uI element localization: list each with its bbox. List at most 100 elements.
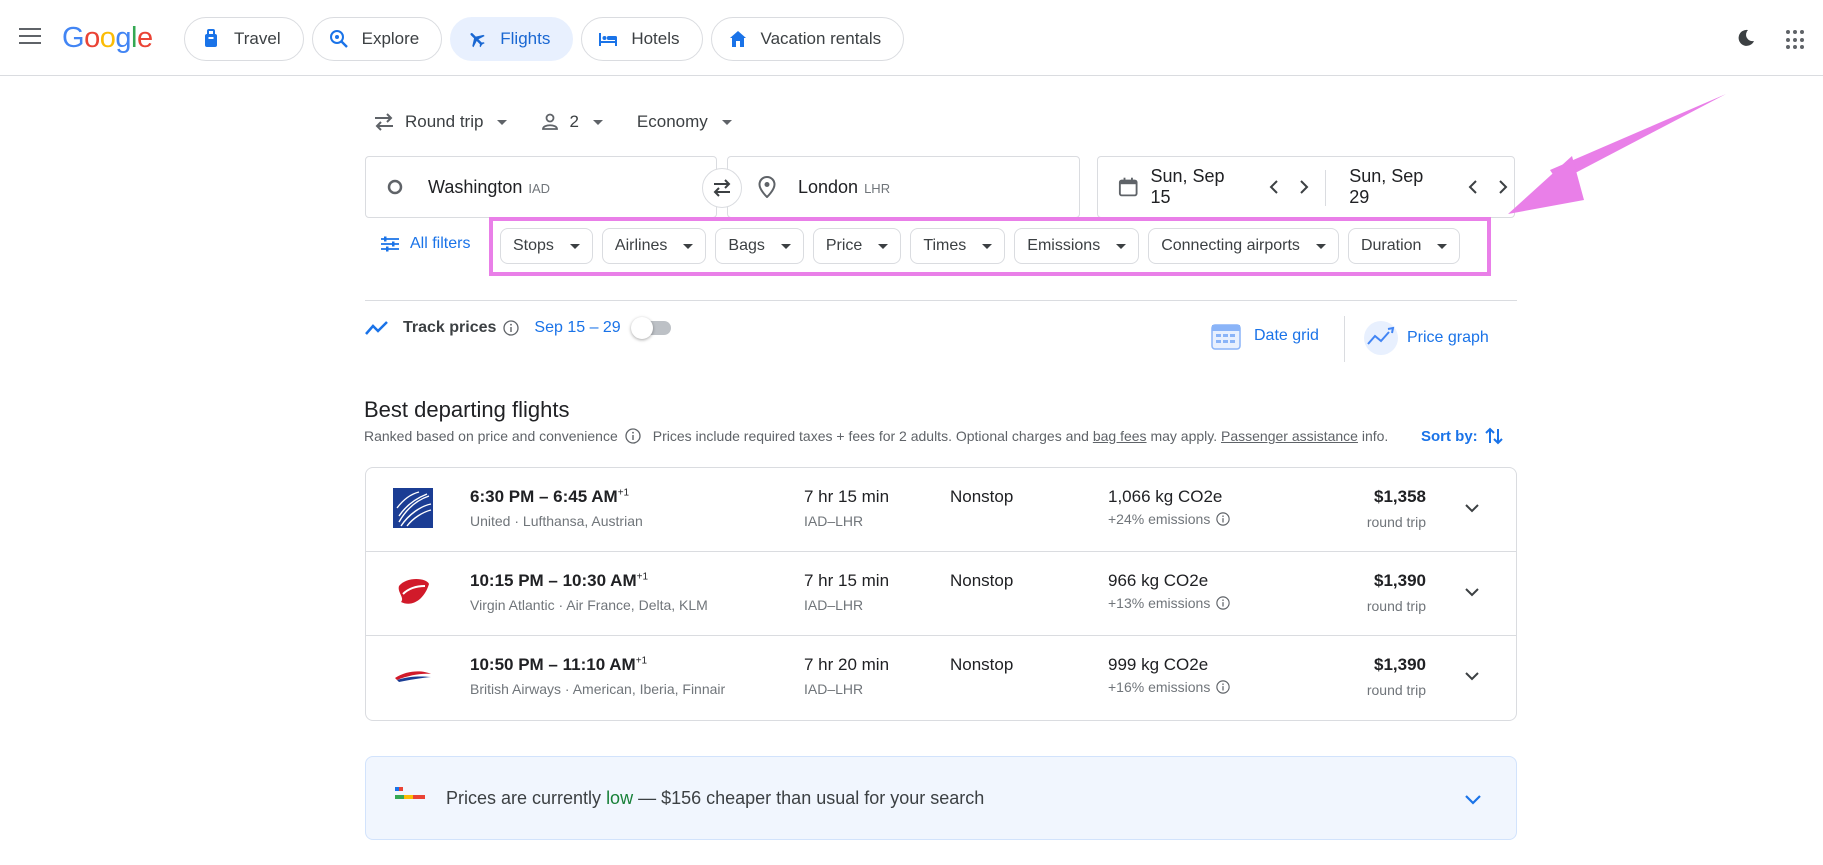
product-nav: Travel Explore Flights Hotels Vacation r… [184, 17, 905, 61]
dropdown-arrow-icon [683, 243, 694, 249]
filter-duration[interactable]: Duration [1347, 228, 1461, 264]
info-icon[interactable] [1216, 512, 1231, 526]
dropdown-arrow-icon [721, 119, 732, 125]
origin-field[interactable]: Washington IAD [365, 156, 717, 218]
flight-row[interactable]: 10:50 PM – 11:10 AM+1 British Airways · … [366, 636, 1516, 720]
dropdown-arrow-icon [982, 243, 993, 249]
flight-stops: Nonstop [950, 487, 1014, 506]
flight-duration: 7 hr 15 min [804, 487, 890, 506]
person-icon [542, 113, 559, 130]
dropdown-arrow-icon [1315, 243, 1326, 249]
expand-chevron-icon[interactable] [1462, 788, 1484, 810]
date-grid-icon [1211, 324, 1241, 350]
flight-price: $1,390 [1374, 571, 1426, 590]
flight-row[interactable]: 10:15 PM – 10:30 AM+1 Virgin Atlantic · … [366, 552, 1516, 636]
destination-field[interactable]: London LHR [727, 156, 1080, 218]
flight-times: 10:50 PM – 11:10 AM [470, 655, 636, 674]
trend-icon [365, 321, 388, 335]
flight-row[interactable]: 6:30 PM – 6:45 AM+1 United · Lufthansa, … [366, 468, 1516, 552]
dropdown-arrow-icon [1437, 243, 1448, 249]
nav-travel[interactable]: Travel [184, 17, 304, 61]
chevron-left-icon [1269, 180, 1278, 194]
filter-connecting-airports[interactable]: Connecting airports [1148, 228, 1339, 264]
dropdown-arrow-icon [569, 243, 580, 249]
dates-field: Sun, Sep 15 Sun, Sep 29 [1097, 156, 1515, 218]
search-options: Round trip 2 Economy [373, 112, 766, 132]
info-icon[interactable] [503, 320, 520, 336]
bag-fees-link[interactable]: bag fees [1093, 428, 1147, 444]
dropdown-arrow-icon [497, 119, 508, 125]
dropdown-arrow-icon [1116, 243, 1127, 249]
filter-price[interactable]: Price [812, 228, 902, 264]
bed-icon [598, 29, 618, 49]
trip-type-select[interactable]: Round trip [373, 112, 508, 132]
price-graph-button[interactable]: Price graph [1363, 320, 1489, 356]
sort-by-button[interactable]: Sort by: [1421, 426, 1504, 446]
filter-emissions[interactable]: Emissions [1014, 228, 1140, 264]
nav-vacation-rentals[interactable]: Vacation rentals [710, 17, 905, 61]
house-icon [728, 29, 748, 49]
date-grid-button[interactable]: Date grid [1210, 320, 1319, 352]
british-airways-logo [395, 671, 431, 682]
nav-explore[interactable]: Explore [311, 17, 443, 61]
filter-bags[interactable]: Bags [715, 228, 804, 264]
google-logo[interactable]: Google [62, 22, 153, 55]
united-logo [393, 488, 433, 528]
flight-route: IAD–LHR [804, 681, 864, 697]
filter-times[interactable]: Times [910, 228, 1006, 264]
toolbar-divider [1344, 316, 1345, 362]
trip-type-label: round trip [1366, 682, 1426, 698]
depart-next-button[interactable] [1293, 175, 1315, 199]
price-graph-icon [1364, 321, 1398, 355]
expand-chevron-icon[interactable] [1462, 666, 1482, 686]
nav-flights[interactable]: Flights [450, 17, 574, 61]
return-prev-button[interactable] [1461, 175, 1483, 199]
flight-list: 6:30 PM – 6:45 AM+1 United · Lufthansa, … [365, 467, 1517, 721]
depart-date[interactable]: Sun, Sep 15 [1150, 166, 1242, 208]
info-icon[interactable] [625, 428, 641, 444]
return-date[interactable]: Sun, Sep 29 [1349, 166, 1441, 208]
swap-locations-button[interactable] [702, 168, 742, 208]
all-filters-button[interactable]: All filters [380, 235, 470, 253]
flight-times: 6:30 PM – 6:45 AM [470, 487, 618, 506]
passengers-select[interactable]: 2 [541, 112, 603, 132]
emissions-delta: +16% emissions [1108, 679, 1211, 695]
filter-chips: Stops Airlines Bags Price Times Emission… [500, 228, 1461, 264]
section-title: Best departing flights [364, 397, 570, 422]
price-level-icon [395, 787, 425, 799]
filter-airlines[interactable]: Airlines [601, 228, 707, 264]
nav-hotels[interactable]: Hotels [581, 17, 703, 61]
cabin-class-select[interactable]: Economy [637, 112, 732, 132]
expand-chevron-icon[interactable] [1462, 582, 1482, 602]
co2-amount: 966 kg CO2e [1108, 571, 1209, 590]
airplane-icon [467, 29, 487, 49]
track-prices-bar: Track prices Sep 15 – 29 [365, 317, 671, 339]
flight-duration: 7 hr 15 min [804, 571, 890, 590]
dropdown-arrow-icon [878, 243, 889, 249]
airline-names: British Airways · American, Iberia, Finn… [470, 681, 726, 697]
chevron-left-icon [1468, 180, 1477, 194]
flight-price: $1,358 [1374, 487, 1426, 506]
expand-chevron-icon[interactable] [1462, 498, 1482, 518]
track-prices-toggle[interactable] [630, 317, 671, 339]
co2-amount: 999 kg CO2e [1108, 655, 1209, 674]
passenger-assistance-link[interactable]: Passenger assistance [1221, 428, 1358, 444]
apps-grid-icon[interactable] [1786, 30, 1806, 50]
dropdown-arrow-icon [780, 243, 791, 249]
next-day-indicator: +1 [617, 487, 630, 499]
info-icon[interactable] [1216, 596, 1231, 610]
depart-prev-button[interactable] [1263, 175, 1285, 199]
swap-icon [713, 179, 731, 197]
sort-icon [1484, 427, 1503, 445]
dark-mode-icon[interactable] [1736, 28, 1756, 48]
top-app-bar: Google Travel Explore Flights Hotels Vac… [0, 0, 1823, 76]
filter-stops[interactable]: Stops [500, 228, 593, 264]
airline-names: Virgin Atlantic · Air France, Delta, KLM [470, 597, 708, 613]
info-icon[interactable] [1216, 680, 1231, 694]
flight-stops: Nonstop [950, 571, 1014, 590]
main-menu-icon[interactable] [19, 28, 43, 48]
annotation-arrow-icon [1508, 94, 1726, 214]
airline-names: United · Lufthansa, Austrian [470, 513, 643, 529]
emissions-delta: +24% emissions [1108, 511, 1211, 527]
price-insight-card[interactable]: Prices are currently low — $156 cheaper … [365, 756, 1517, 840]
